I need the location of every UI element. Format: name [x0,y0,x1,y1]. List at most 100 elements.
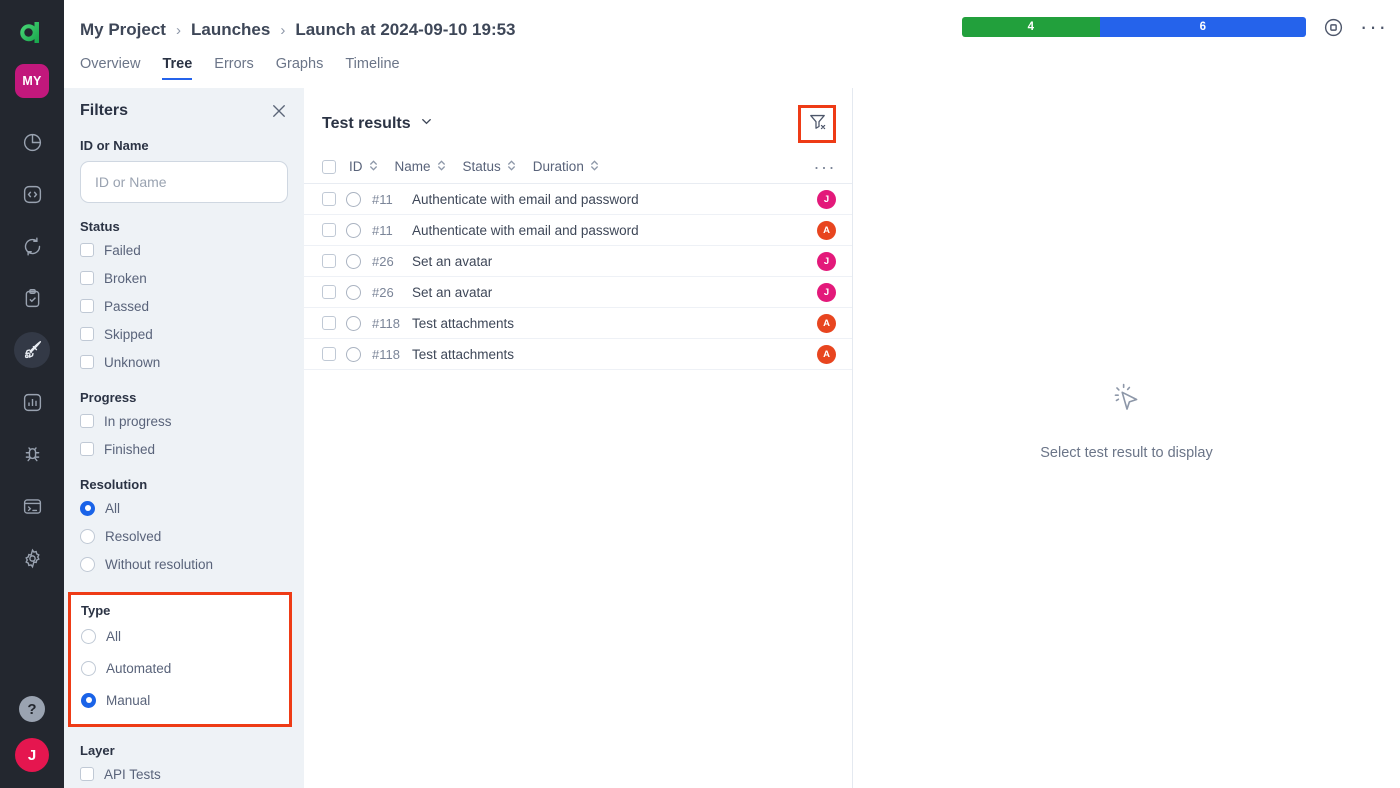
checkbox-icon[interactable] [80,299,94,313]
stop-icon[interactable] [1320,14,1346,40]
breadcrumb-separator: › [175,21,181,39]
filter-option-finished[interactable]: Finished [80,437,288,461]
row-avatar[interactable]: J [817,282,836,302]
column-header-name[interactable]: Name [395,159,447,175]
select-all-checkbox[interactable] [322,159,336,174]
tab-timeline[interactable]: Timeline [345,56,399,80]
dashboard-icon[interactable] [14,124,50,160]
table-header-row: ID Name Status Duration ··· [304,150,852,184]
tab-overview[interactable]: Overview [80,56,140,80]
id-or-name-input[interactable] [80,161,288,203]
filter-option-failed[interactable]: Failed [80,238,288,262]
table-row[interactable]: #118 Test attachments A [304,308,852,339]
checkbox-icon[interactable] [80,243,94,257]
sort-icon[interactable] [589,159,600,175]
filters-title: Filters [80,102,129,119]
filter-option-api-tests[interactable]: API Tests [80,762,288,786]
sort-icon[interactable] [436,159,447,175]
clear-filter-button[interactable] [798,105,836,143]
row-checkbox[interactable] [322,223,336,237]
filter-option-unknown[interactable]: Unknown [80,350,288,374]
column-header-id[interactable]: ID [349,159,379,175]
filter-option-passed[interactable]: Passed [80,294,288,318]
user-avatar[interactable]: J [15,738,49,772]
breadcrumb-item-project[interactable]: My Project [80,20,166,40]
filter-option-in-progress[interactable]: In progress [80,409,288,433]
allure-logo-icon[interactable] [12,12,52,52]
table-row[interactable]: #26 Set an avatar J [304,246,852,277]
filter-option-manual[interactable]: Manual [81,686,279,714]
tab-errors[interactable]: Errors [214,56,253,80]
radio-icon[interactable] [80,500,95,516]
row-avatar[interactable]: J [817,189,836,209]
gear-icon[interactable] [14,540,50,576]
table-row[interactable]: #26 Set an avatar J [304,277,852,308]
row-checkbox[interactable] [322,285,336,299]
chevron-down-icon[interactable] [419,114,434,134]
filters-header: Filters [80,102,288,120]
filter-option-label: Unknown [104,354,161,370]
checkbox-icon[interactable] [80,327,94,341]
terminal-icon[interactable] [14,488,50,524]
clipboard-check-icon[interactable] [14,280,50,316]
checkbox-icon[interactable] [80,271,94,285]
code-icon[interactable] [14,176,50,212]
row-checkbox[interactable] [322,316,336,330]
radio-icon[interactable] [81,692,96,708]
breadcrumb-item-current: Launch at 2024-09-10 19:53 [295,20,516,39]
row-id: #11 [372,191,393,207]
row-checkbox[interactable] [322,254,336,268]
sort-icon[interactable] [368,159,379,175]
test-results-title-group[interactable]: Test results [322,114,434,134]
filter-option-broken[interactable]: Broken [80,266,288,290]
filter-option-automated[interactable]: Automated [81,654,279,682]
filter-option-without-resolution[interactable]: Without resolution [80,552,288,576]
table-row[interactable]: #11 Authenticate with email and password… [304,215,852,246]
filter-remove-icon[interactable] [808,112,827,136]
checkbox-icon[interactable] [80,442,94,456]
more-menu-icon[interactable]: ··· [1360,16,1388,38]
column-header-duration[interactable]: Duration [533,159,600,175]
row-avatar[interactable]: A [817,344,836,364]
app-root: MY ? J My Project › Launches › Launch at… [0,0,1400,788]
breadcrumb-item-launches[interactable]: Launches [191,20,270,40]
column-header-status[interactable]: Status [463,159,517,175]
row-avatar[interactable]: J [817,251,836,271]
row-avatar[interactable]: A [817,220,836,240]
checkbox-icon[interactable] [80,355,94,369]
sort-icon[interactable] [506,159,517,175]
table-row[interactable]: #11 Authenticate with email and password… [304,184,852,215]
filter-option-label: Automated [106,660,172,676]
table-row[interactable]: #118 Test attachments A [304,339,852,370]
row-checkbox[interactable] [322,192,336,206]
bar-chart-icon[interactable] [14,384,50,420]
rocket-icon[interactable] [14,332,50,368]
filter-option-all-resolution[interactable]: All [80,496,288,520]
checkbox-icon[interactable] [80,414,94,428]
org-badge[interactable]: MY [15,64,49,98]
table-options-icon[interactable]: ··· [814,158,836,176]
filter-option-skipped[interactable]: Skipped [80,322,288,346]
cursor-click-icon [1104,376,1150,427]
tab-tree[interactable]: Tree [162,56,192,80]
row-checkbox[interactable] [322,347,336,361]
sync-icon[interactable] [14,228,50,264]
tab-graphs[interactable]: Graphs [276,56,324,80]
help-icon[interactable]: ? [19,696,45,722]
row-avatar[interactable]: A [817,313,836,333]
filter-option-label: In progress [104,413,172,429]
radio-icon[interactable] [81,628,96,644]
status-indicator-icon [346,191,361,207]
row-id: #26 [372,284,394,300]
radio-icon[interactable] [80,528,95,544]
radio-icon[interactable] [81,660,96,676]
close-icon[interactable] [270,102,288,120]
filter-option-resolved[interactable]: Resolved [80,524,288,548]
bug-icon[interactable] [14,436,50,472]
radio-icon[interactable] [80,556,95,572]
checkbox-icon[interactable] [80,767,94,781]
row-id: #118 [372,315,400,331]
filter-option-all-type[interactable]: All [81,622,279,650]
filter-option-label: All [105,500,121,516]
column-label: Status [462,159,501,174]
